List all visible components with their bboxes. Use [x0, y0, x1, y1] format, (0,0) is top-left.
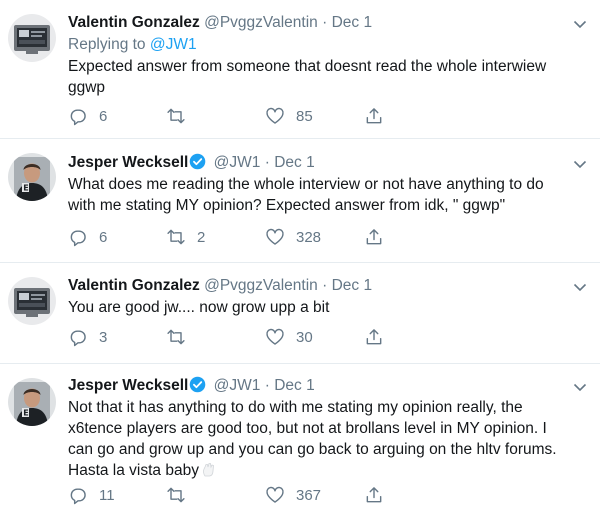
reply-count: 11 — [99, 486, 115, 504]
reply-button[interactable]: 11 — [68, 483, 115, 507]
tweet-text-line: with me stating MY opinion? Expected ans… — [68, 197, 506, 214]
user-handle[interactable]: @JW1 — [214, 154, 261, 171]
reply-count: 6 — [99, 228, 108, 246]
display-name[interactable]: Valentin Gonzalez — [68, 14, 200, 31]
tweet-text-line: What does me reading the whole interview… — [68, 176, 544, 193]
tweet[interactable]: E Jesper Wecksell @JW1 · Dec 1 Not that … — [0, 364, 600, 515]
tweet-text-line: can go and grow up and you can go back t… — [68, 441, 557, 458]
tweet-text: Expected answer from someone that doesnt… — [68, 56, 588, 98]
like-icon — [266, 486, 284, 503]
avatar-valentin-image — [8, 277, 56, 325]
tweet[interactable]: Valentin Gonzalez @PvggzValentin · Dec 1… — [0, 0, 600, 139]
retweet-icon — [167, 329, 185, 345]
tweet-text-line: x6tence players are good too, but not at… — [68, 420, 547, 437]
retweet-icon — [167, 108, 185, 124]
retweet-button[interactable] — [166, 104, 197, 128]
verified-badge-icon — [190, 376, 206, 393]
timestamp[interactable]: Dec 1 — [274, 154, 315, 171]
tweet-text-line-last: Hasta la vista baby — [68, 460, 588, 481]
tweet-text: You are good jw.... now grow upp a bit — [68, 297, 588, 318]
replying-to-label: Replying to — [68, 36, 146, 53]
tweet-text-line: You are good jw.... now grow upp a bit — [68, 299, 330, 316]
chevron-down-icon[interactable] — [572, 16, 588, 32]
tweet-text: What does me reading the whole interview… — [68, 174, 588, 216]
reply-button[interactable]: 6 — [68, 225, 107, 249]
retweet-icon — [167, 487, 185, 503]
display-name[interactable]: Jesper Wecksell — [68, 377, 188, 394]
tweet-header: Jesper Wecksell @JW1 · Dec 1 — [68, 375, 588, 397]
avatar-jesper-image: E — [8, 153, 56, 201]
avatar[interactable]: E — [8, 378, 56, 426]
display-name[interactable]: Jesper Wecksell — [68, 154, 188, 171]
share-icon — [366, 229, 382, 245]
display-name[interactable]: Valentin Gonzalez — [68, 277, 200, 294]
retweet-count: 2 — [197, 228, 206, 246]
timestamp[interactable]: Dec 1 — [332, 277, 373, 294]
svg-text:E: E — [23, 184, 28, 193]
reply-count: 6 — [99, 107, 108, 125]
like-icon — [266, 107, 284, 124]
chevron-down-icon[interactable] — [572, 156, 588, 172]
like-icon — [266, 328, 284, 345]
tweet[interactable]: E Jesper Wecksell @JW1 · Dec 1 What does… — [0, 139, 600, 263]
timestamp[interactable]: Dec 1 — [274, 377, 315, 394]
share-button[interactable] — [364, 483, 384, 507]
like-icon — [266, 228, 284, 245]
avatar-valentin-image — [8, 14, 56, 62]
avatar[interactable] — [8, 277, 56, 325]
timestamp[interactable]: Dec 1 — [332, 14, 373, 31]
like-button[interactable]: 30 — [265, 325, 313, 349]
share-icon — [366, 108, 382, 124]
reply-icon — [70, 330, 86, 347]
tweet-text: Not that it has anything to do with me s… — [68, 397, 588, 481]
share-button[interactable] — [364, 225, 384, 249]
tweet-text-line: Expected answer from someone that doesnt… — [68, 58, 547, 75]
reply-icon — [70, 109, 86, 126]
like-button[interactable]: 367 — [265, 483, 321, 507]
user-handle[interactable]: @JW1 — [214, 377, 261, 394]
like-button[interactable]: 85 — [265, 104, 313, 128]
tweet[interactable]: Valentin Gonzalez @PvggzValentin · Dec 1… — [0, 263, 600, 364]
like-count: 30 — [296, 328, 313, 346]
avatar[interactable] — [8, 14, 56, 62]
share-button[interactable] — [364, 104, 384, 128]
hand-emoji-icon — [203, 463, 214, 477]
retweet-button[interactable] — [166, 325, 197, 349]
chevron-down-icon[interactable] — [572, 379, 588, 395]
verified-badge-icon — [190, 153, 206, 170]
tweet-text-line: ggwp — [68, 79, 106, 96]
like-count: 367 — [296, 486, 322, 504]
tweet-header: Valentin Gonzalez @PvggzValentin · Dec 1 — [68, 275, 588, 297]
tweet-text-line: Hasta la vista baby — [68, 462, 199, 479]
share-icon — [366, 329, 382, 345]
replying-to: Replying to @JW1 — [68, 34, 588, 56]
reply-button[interactable]: 6 — [68, 104, 107, 128]
like-count: 328 — [296, 228, 322, 246]
user-handle[interactable]: @PvggzValentin — [204, 277, 318, 294]
user-handle[interactable]: @PvggzValentin — [204, 14, 318, 31]
avatar[interactable]: E — [8, 153, 56, 201]
reply-icon — [70, 488, 86, 505]
svg-text:E: E — [23, 409, 28, 418]
reply-icon — [70, 230, 86, 247]
avatar-jesper-image: E — [8, 378, 56, 426]
replying-to-mention[interactable]: @JW1 — [150, 36, 197, 53]
separator-dot: · — [322, 277, 328, 294]
separator-dot: · — [264, 154, 270, 171]
separator-dot: · — [264, 377, 270, 394]
tweet-header: Jesper Wecksell @JW1 · Dec 1 — [68, 152, 588, 174]
tweet-text-line: Not that it has anything to do with me s… — [68, 399, 523, 416]
separator-dot: · — [322, 14, 328, 31]
like-count: 85 — [296, 107, 313, 125]
reply-button[interactable]: 3 — [68, 325, 107, 349]
chevron-down-icon[interactable] — [572, 279, 588, 295]
like-button[interactable]: 328 — [265, 225, 321, 249]
retweet-icon — [167, 229, 185, 245]
retweet-button[interactable]: 2 — [166, 225, 205, 249]
reply-count: 3 — [99, 328, 108, 346]
retweet-button[interactable] — [166, 483, 197, 507]
share-icon — [366, 487, 382, 503]
share-button[interactable] — [364, 325, 384, 349]
tweet-header: Valentin Gonzalez @PvggzValentin · Dec 1 — [68, 12, 588, 34]
